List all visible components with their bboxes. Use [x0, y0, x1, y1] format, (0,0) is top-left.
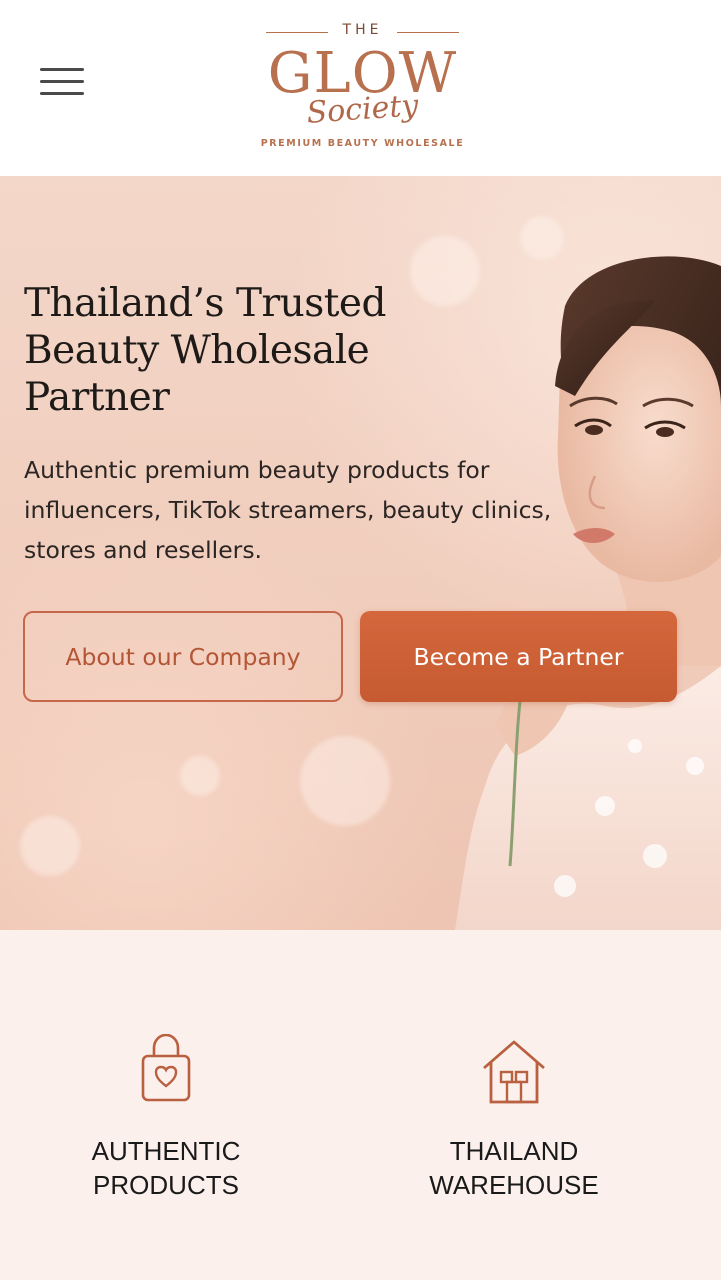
logo-the-row: THE: [250, 22, 475, 42]
logo-the: THE: [342, 22, 383, 38]
warehouse-icon: [483, 1040, 545, 1104]
hero-section: Thailand’s Trusted Beauty Wholesale Part…: [0, 176, 721, 930]
menu-bar: [40, 68, 84, 71]
feature-thailand-warehouse: THAILAND WAREHOUSE: [384, 1034, 644, 1202]
bokeh-light: [20, 816, 80, 876]
feature-authentic-products: AUTHENTIC PRODUCTS: [36, 1034, 296, 1202]
hero-title: Thailand’s Trusted Beauty Wholesale Part…: [24, 281, 386, 420]
logo-divider: [397, 32, 459, 33]
brand-logo[interactable]: THE GLOW Society PREMIUM BEAUTY WHOLESAL…: [250, 14, 475, 158]
menu-bar: [40, 80, 84, 83]
about-company-button[interactable]: About our Company: [23, 611, 343, 702]
feature-label: THAILAND WAREHOUSE: [429, 1136, 599, 1200]
feature-label: AUTHENTIC PRODUCTS: [91, 1136, 241, 1200]
bokeh-light: [180, 756, 220, 796]
model-portrait-image: [455, 256, 721, 930]
menu-bar: [40, 92, 84, 95]
hero-description: Authentic premium beauty products for in…: [24, 456, 552, 564]
hamburger-menu-icon[interactable]: [38, 64, 86, 100]
bokeh-light: [300, 736, 390, 826]
become-partner-button[interactable]: Become a Partner: [360, 611, 677, 702]
shopping-bag-heart-icon: [141, 1034, 191, 1102]
site-header: THE GLOW Society PREMIUM BEAUTY WHOLESAL…: [0, 0, 721, 176]
logo-tagline: PREMIUM BEAUTY WHOLESALE: [260, 138, 465, 149]
features-section: AUTHENTIC PRODUCTS THAILAND WAREHOUSE: [0, 930, 721, 1280]
